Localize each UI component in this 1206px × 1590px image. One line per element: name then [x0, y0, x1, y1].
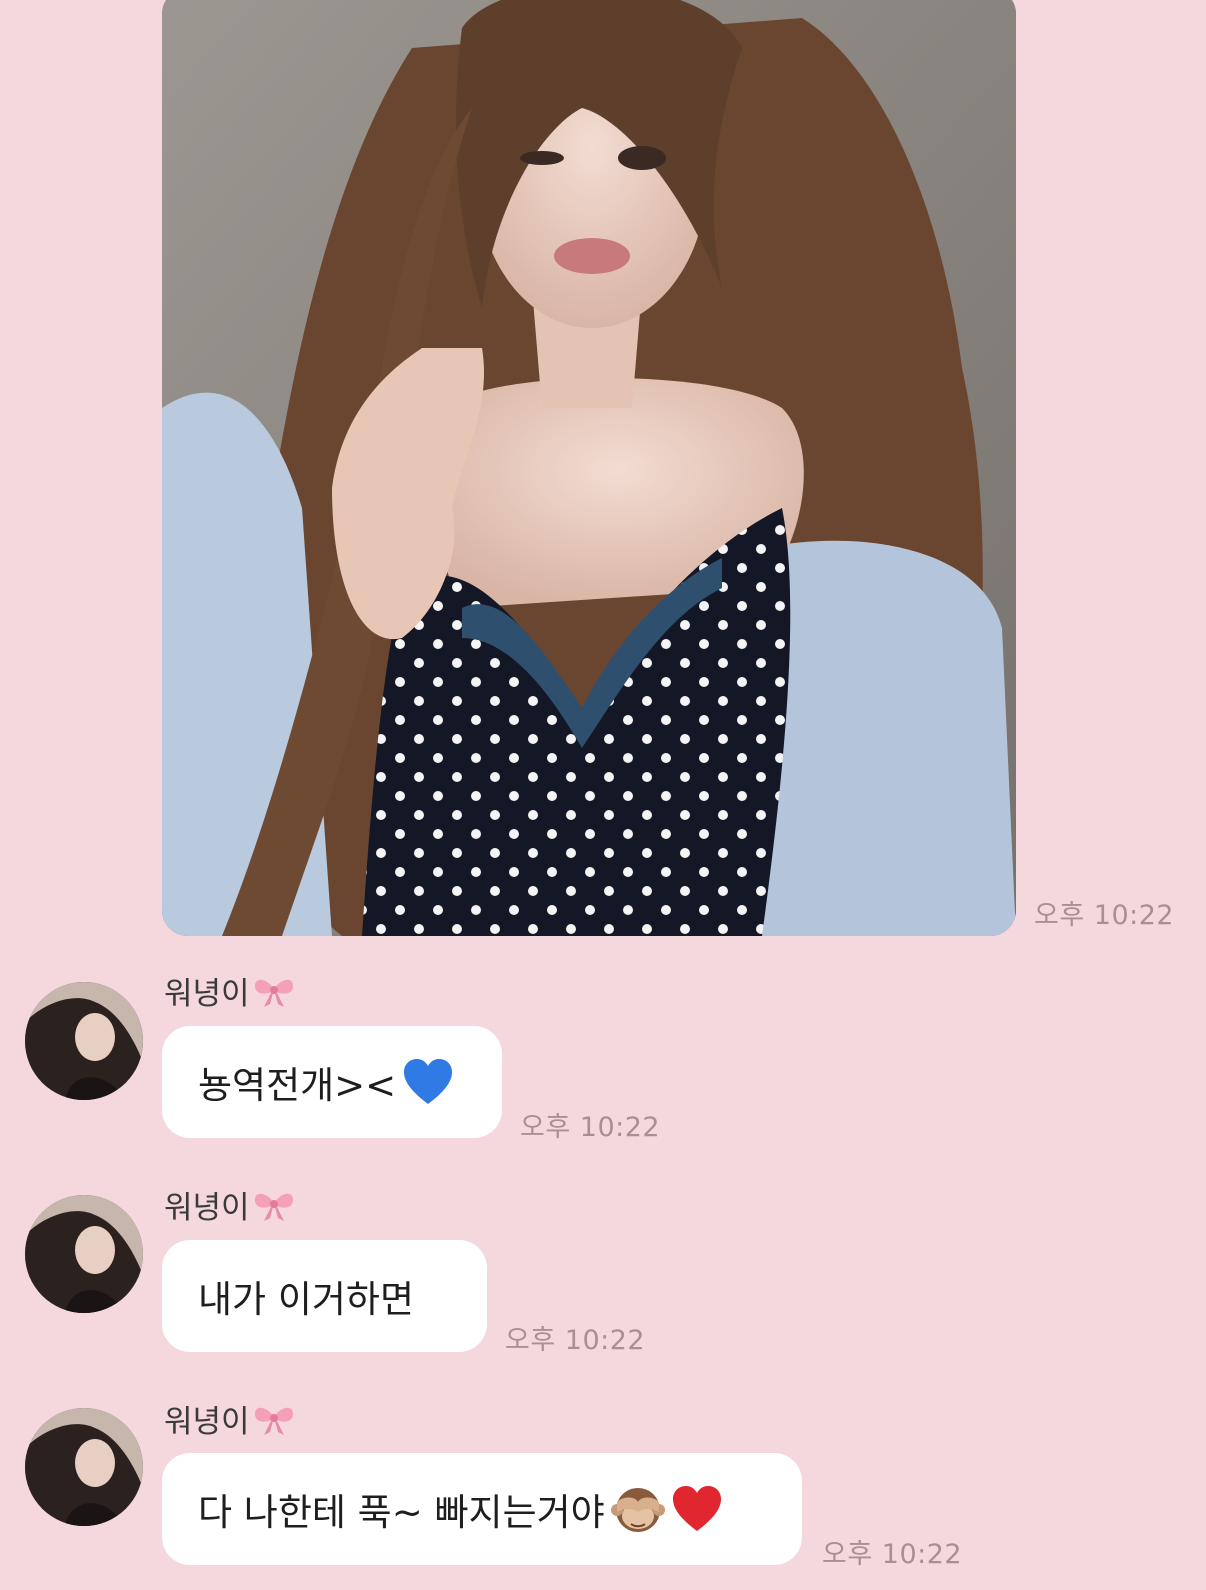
avatar-image [25, 982, 143, 1100]
photo-message-time: 오후 10:22 [1034, 900, 1175, 931]
avatar[interactable] [25, 982, 143, 1100]
red-heart-icon [672, 1486, 721, 1531]
photo-message[interactable] [162, 0, 1016, 936]
ribbon-icon [254, 1407, 293, 1435]
avatar-image [25, 1408, 143, 1526]
message-bubble[interactable]: 내가 이거하면 [162, 1240, 487, 1352]
ribbon-icon [254, 1193, 293, 1221]
blue-heart-icon [404, 1059, 453, 1104]
message-bubble[interactable]: 다 나한테 푹~ 빠지는거야 [162, 1453, 802, 1565]
avatar[interactable] [25, 1408, 143, 1526]
message-bubble[interactable]: 뇽역전개>< [162, 1026, 502, 1138]
sender-name: 워녕이 [164, 968, 296, 1013]
avatar[interactable] [25, 1195, 143, 1313]
ribbon-icon [254, 979, 293, 1007]
avatar-image [25, 1195, 143, 1313]
sender-name: 워녕이 [164, 1182, 296, 1227]
message-time: 오후 10:22 [505, 1325, 646, 1356]
see-no-evil-monkey-icon [610, 1488, 665, 1532]
sender-name: 워녕이 [164, 1396, 296, 1441]
message-time: 오후 10:22 [520, 1112, 661, 1143]
message-time: 오후 10:22 [822, 1539, 963, 1570]
photo-image [162, 0, 1016, 936]
